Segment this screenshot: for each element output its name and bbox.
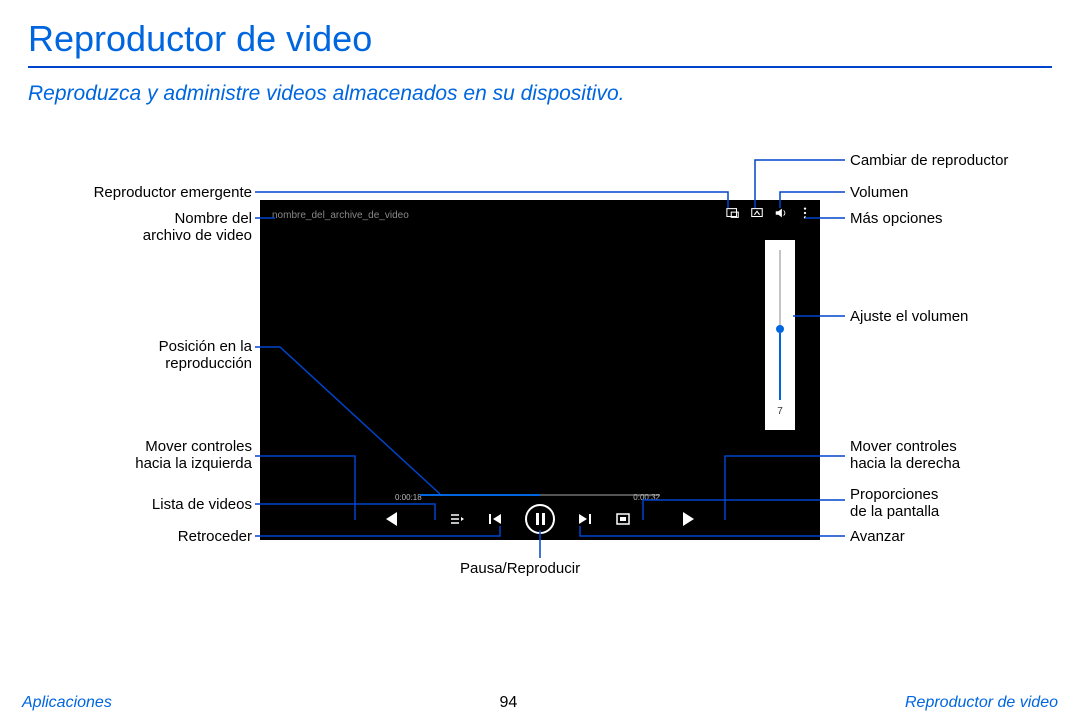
more-options-icon[interactable] — [798, 206, 812, 220]
footer-section[interactable]: Aplicaciones — [22, 694, 112, 712]
player-controls — [260, 504, 820, 534]
page-title: Reproductor de video — [0, 0, 1080, 66]
callout-screen-ratio: Proporcionesde la pantalla — [850, 486, 939, 520]
callout-volume: Volumen — [850, 184, 908, 201]
callout-move-right: Mover controleshacia la derecha — [850, 438, 960, 472]
callout-adjust-volume: Ajuste el volumen — [850, 308, 968, 325]
volume-icon[interactable] — [774, 206, 788, 220]
callout-playback-position: Posición en lareproducción — [52, 338, 252, 372]
screen-ratio-icon[interactable] — [615, 511, 631, 527]
switch-player-icon[interactable] — [750, 206, 764, 220]
video-filename: nombre_del_archive_de_video — [272, 210, 409, 221]
volume-value: 7 — [777, 406, 783, 417]
video-list-icon[interactable] — [449, 511, 465, 527]
page-footer: Aplicaciones 94 Reproductor de video — [0, 686, 1080, 720]
popup-player-icon[interactable] — [726, 206, 740, 220]
callout-popup-player: Reproductor emergente — [52, 184, 252, 201]
callout-switch-player: Cambiar de reproductor — [850, 152, 1008, 169]
diagram-area: nombre_del_archive_de_video 7 0:00:18 — [0, 140, 1080, 660]
callout-video-list: Lista de videos — [52, 496, 252, 513]
title-rule — [28, 66, 1052, 68]
move-controls-left-icon[interactable] — [386, 512, 397, 526]
move-controls-right-icon[interactable] — [683, 512, 694, 526]
callout-rewind: Retroceder — [52, 528, 252, 545]
page-subtitle: Reproduzca y administre videos almacenad… — [0, 82, 1080, 136]
callout-more-options: Más opciones — [850, 210, 943, 227]
pause-play-button[interactable] — [525, 504, 555, 534]
progress-bar[interactable] — [420, 494, 660, 496]
volume-panel: 7 — [765, 240, 795, 430]
callout-filename: Nombre delarchivo de video — [52, 210, 252, 244]
footer-topic[interactable]: Reproductor de video — [905, 694, 1058, 712]
footer-page-number: 94 — [500, 694, 518, 712]
callout-pause-play: Pausa/Reproducir — [460, 560, 580, 577]
callout-move-left: Mover controleshacia la izquierda — [52, 438, 252, 472]
video-player: nombre_del_archive_de_video 7 0:00:18 — [260, 200, 820, 540]
player-top-icons — [726, 206, 812, 220]
forward-icon[interactable] — [577, 511, 593, 527]
time-total: 0:00:32 — [633, 493, 660, 502]
callout-forward: Avanzar — [850, 528, 905, 545]
volume-slider[interactable] — [779, 250, 781, 400]
time-elapsed: 0:00:18 — [395, 493, 422, 502]
rewind-icon[interactable] — [487, 511, 503, 527]
